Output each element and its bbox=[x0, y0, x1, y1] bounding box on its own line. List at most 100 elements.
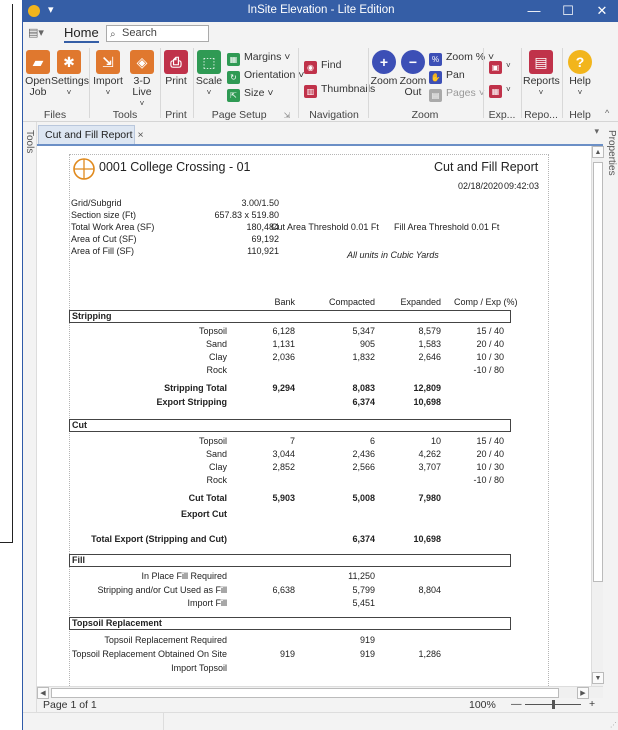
compacted-value: 919 bbox=[359, 635, 375, 645]
open-job-button[interactable]: ▰ Open Job bbox=[25, 50, 51, 98]
compacted-value: 5,799 bbox=[352, 585, 375, 595]
row-label: Clay bbox=[208, 462, 227, 472]
pan-button[interactable]: ✋ Pan bbox=[429, 68, 465, 84]
scroll-down-icon[interactable]: ▼ bbox=[592, 672, 604, 684]
zoom-out-button[interactable]: − Zoom Out bbox=[398, 50, 428, 98]
zoom-out-label: Zoom Out bbox=[399, 75, 427, 98]
size-label: Size ˅ bbox=[244, 87, 274, 99]
close-tab-icon[interactable]: × bbox=[138, 129, 144, 141]
scale-button[interactable]: ⬚ Scale ˅ bbox=[195, 50, 223, 98]
minimize-button[interactable]: — bbox=[519, 2, 549, 20]
vertical-scrollbar[interactable]: ▲ ▼ bbox=[591, 146, 604, 688]
search-placeholder: Search bbox=[122, 27, 157, 39]
bank-value: 3,044 bbox=[272, 449, 295, 459]
group-tools: Tools bbox=[112, 109, 138, 121]
resize-grip-icon[interactable]: ⋰ bbox=[610, 721, 617, 729]
dialog-launcher-icon[interactable]: ⇲ bbox=[284, 111, 291, 120]
maximize-button[interactable]: ☐ bbox=[553, 2, 583, 20]
group-separator bbox=[368, 48, 369, 118]
collapse-ribbon-icon[interactable]: ^ bbox=[605, 108, 609, 118]
export-excel-button[interactable]: ▦ ˅ bbox=[489, 82, 511, 98]
row-label: Import Topsoil bbox=[171, 663, 227, 673]
thumbnails-button[interactable]: ▥ Thumbnails bbox=[304, 82, 375, 98]
settings-label: Settings bbox=[51, 75, 89, 87]
percent-value: 15 / 40 bbox=[476, 436, 504, 446]
row-label: Sand bbox=[205, 449, 227, 459]
percent-value: -10 / 80 bbox=[473, 365, 504, 375]
tools-panel-label: Tools bbox=[24, 130, 35, 154]
bank-value: 919 bbox=[279, 649, 295, 659]
page-size-icon: ⇱ bbox=[227, 89, 240, 102]
size-button[interactable]: ⇱ Size ˅ bbox=[227, 86, 274, 102]
zoom-slider-thumb[interactable] bbox=[552, 700, 555, 709]
tools-side-panel[interactable]: Tools bbox=[23, 122, 37, 712]
pages-button[interactable]: ▤ Pages ˅ bbox=[429, 86, 485, 102]
3d-live-button[interactable]: ◈ 3-D Live ˅ bbox=[126, 50, 158, 109]
row-label: Import Fill bbox=[187, 598, 227, 608]
zoom-percent-label: Zoom % ˅ bbox=[446, 51, 495, 63]
zoom-out-step-button[interactable]: — bbox=[511, 698, 522, 710]
scroll-thumb[interactable] bbox=[593, 162, 603, 582]
print-button[interactable]: ⎙ Print bbox=[162, 50, 190, 87]
orientation-button[interactable]: ↻ Orientation ˅ bbox=[227, 68, 304, 84]
import-icon: ⇲ bbox=[96, 50, 120, 74]
scale-label: Scale bbox=[195, 75, 223, 87]
cube-icon: ◈ bbox=[130, 50, 154, 74]
background-window-border bbox=[0, 4, 13, 543]
hand-icon: ✋ bbox=[429, 71, 442, 84]
page-info-bar: Page 1 of 1 100% — + bbox=[37, 698, 603, 712]
total-export-expanded: 10,698 bbox=[413, 534, 441, 544]
export-stripping-label: Export Stripping bbox=[156, 397, 228, 407]
report-viewer[interactable]: 0001 College Crossing - 01 Cut and Fill … bbox=[37, 144, 604, 694]
tab-home[interactable]: Home bbox=[64, 25, 99, 43]
help-button[interactable]: ? Help ˅ bbox=[565, 50, 595, 98]
thumbnails-icon: ▥ bbox=[304, 85, 317, 98]
find-button[interactable]: ◉ Find bbox=[304, 58, 341, 74]
pages-icon: ▤ bbox=[429, 89, 442, 102]
reports-button[interactable]: ▤ Reports ˅ bbox=[523, 50, 560, 98]
import-button[interactable]: ⇲ Import ˅ bbox=[91, 50, 125, 98]
tab-label: Cut and Fill Report bbox=[45, 129, 133, 141]
search-input[interactable]: ⌕ Search bbox=[106, 25, 209, 42]
export-stripping-expanded: 10,698 bbox=[413, 397, 441, 407]
pan-label: Pan bbox=[446, 69, 465, 81]
chevron-down-icon: ˅ bbox=[506, 85, 511, 94]
scroll-thumb[interactable] bbox=[51, 688, 559, 698]
settings-button[interactable]: ✱ Settings ˅ bbox=[51, 50, 89, 98]
stripping-total-expanded: 12,809 bbox=[413, 383, 441, 393]
file-menu-icon[interactable]: ▤▾ bbox=[28, 26, 44, 40]
percent-value: 10 / 30 bbox=[476, 462, 504, 472]
zoom-slider[interactable] bbox=[525, 700, 581, 709]
zoom-percent-button[interactable]: % Zoom % ˅ bbox=[429, 50, 495, 66]
expanded-value: 4,262 bbox=[418, 449, 441, 459]
scale-icon: ⬚ bbox=[197, 50, 221, 74]
binoculars-icon: ◉ bbox=[304, 61, 317, 74]
horizontal-scrollbar[interactable]: ◀ ▶ bbox=[37, 686, 603, 699]
background-window-edge bbox=[0, 0, 22, 730]
ribbon-tab-row: ▤▾ Home ⌕ Search bbox=[23, 22, 618, 44]
properties-side-panel[interactable]: Properties bbox=[602, 122, 618, 712]
zoom-percentage: 100% bbox=[469, 699, 496, 711]
group-separator bbox=[89, 48, 90, 118]
compacted-value: 2,566 bbox=[352, 462, 375, 472]
status-bar: ⋰ bbox=[23, 712, 618, 730]
zoom-in-step-button[interactable]: + bbox=[589, 698, 595, 710]
section-header-topsoil-replacement: Topsoil Replacement bbox=[69, 617, 511, 630]
row-label: Topsoil bbox=[198, 436, 227, 446]
chevron-down-icon: ˅ bbox=[577, 88, 583, 97]
project-name: 0001 College Crossing - 01 bbox=[99, 160, 251, 174]
margins-label: Margins ˅ bbox=[244, 51, 291, 63]
export-stripping-compacted: 6,374 bbox=[352, 397, 375, 407]
export-pdf-button[interactable]: ▣ ˅ bbox=[489, 58, 511, 74]
margins-button[interactable]: ▦ Margins ˅ bbox=[227, 50, 291, 66]
tab-list-dropdown-icon[interactable]: ▾ bbox=[594, 126, 599, 137]
zoom-button[interactable]: + Zoom bbox=[370, 50, 398, 87]
bank-value: 2,036 bbox=[272, 352, 295, 362]
tab-cut-and-fill-report[interactable]: Cut and Fill Report × bbox=[38, 125, 144, 145]
section-header-fill: Fill bbox=[69, 554, 511, 567]
close-button[interactable]: ✕ bbox=[587, 2, 617, 20]
bank-value: 7 bbox=[289, 436, 295, 446]
fill-threshold: Fill Area Threshold 0.01 Ft bbox=[394, 222, 500, 232]
percent-value: 20 / 40 bbox=[476, 339, 504, 349]
scroll-up-icon[interactable]: ▲ bbox=[592, 146, 604, 158]
